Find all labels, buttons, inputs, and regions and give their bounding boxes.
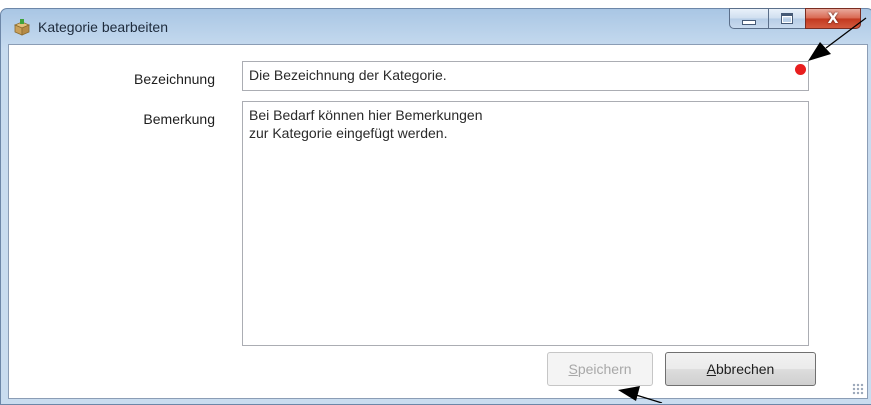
close-icon: X (827, 10, 839, 27)
save-mnemonic: S (568, 361, 578, 377)
close-button[interactable]: X (805, 8, 861, 29)
dialog-window: Kategorie bearbeiten X Bezeichnung Die B… (0, 8, 871, 405)
cancel-label: bbrechen (715, 361, 775, 377)
minimize-button[interactable] (729, 8, 769, 29)
box-icon (13, 19, 31, 36)
window-title: Kategorie bearbeiten (38, 19, 168, 35)
maximize-icon (781, 13, 793, 24)
resize-grip[interactable] (852, 383, 864, 395)
bemerkung-label: Bemerkung (143, 111, 215, 127)
save-button[interactable]: Speichern (547, 352, 653, 386)
cancel-mnemonic: A (706, 361, 716, 377)
minimize-icon (742, 20, 756, 25)
bezeichnung-input[interactable]: Die Bezeichnung der Kategorie. (242, 61, 809, 91)
save-label: peichern (577, 361, 632, 377)
bezeichnung-label: Bezeichnung (134, 71, 215, 87)
bemerkung-textarea[interactable]: Bei Bedarf können hier Bemerkungen zur K… (242, 101, 809, 346)
maximize-button[interactable] (768, 8, 806, 29)
cancel-button[interactable]: Abbrechen (665, 352, 816, 386)
validation-error-indicator (795, 64, 806, 75)
dialog-content: Bezeichnung Die Bezeichnung der Kategori… (8, 44, 868, 399)
title-bar[interactable]: Kategorie bearbeiten X (1, 8, 871, 45)
